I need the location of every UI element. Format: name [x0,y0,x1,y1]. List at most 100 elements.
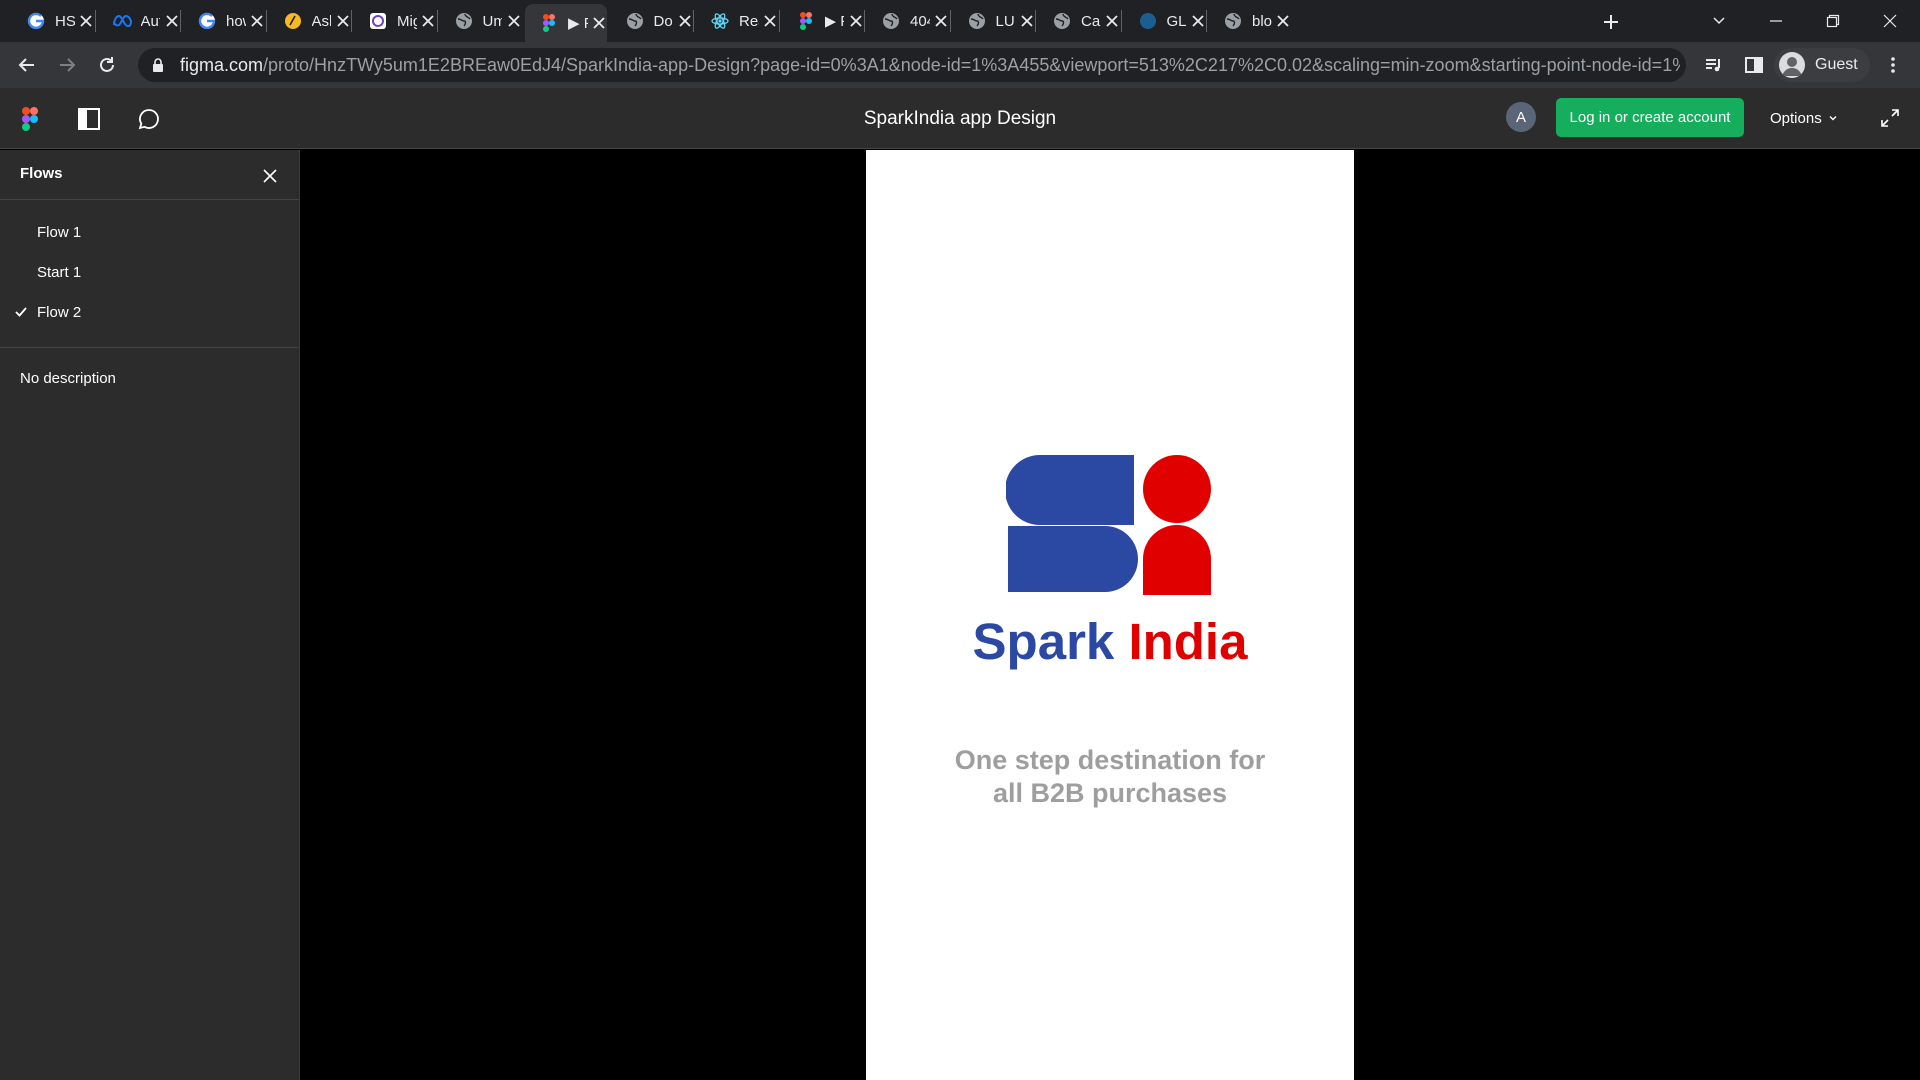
tab-close-icon[interactable] [763,10,778,32]
browser-tab[interactable]: Rea [696,5,778,37]
tab-close-icon[interactable] [592,12,607,34]
tab-close-icon[interactable] [934,10,949,32]
back-button[interactable] [12,50,42,80]
browser-tab[interactable]: Doc [611,5,693,37]
chevron-down-icon [1829,116,1837,121]
yellow-logo-icon [283,11,303,31]
url-host: figma.com [180,54,264,75]
toggle-sidebar-button[interactable] [74,104,104,134]
comments-button[interactable] [134,104,164,134]
browser-tab[interactable]: ▶ P [782,5,864,37]
flow-item[interactable]: Start 1 [0,252,299,292]
browser-menu-button[interactable] [1878,50,1908,80]
tab-title: blo [1252,12,1272,30]
options-dropdown[interactable]: Options [1770,104,1838,132]
tab-title: Rea [739,12,759,30]
tab-close-icon[interactable] [1105,10,1120,32]
tab-title: Doc [653,12,674,30]
browser-tab[interactable]: blo [1209,5,1291,37]
circle-icon [1138,11,1158,31]
tab-separator [180,10,181,32]
globe-icon [967,11,987,31]
prototype-frame[interactable]: Spark India One step destination for all… [866,150,1354,1080]
flow-item-label: Flow 1 [37,223,82,241]
flow-item-label: Flow 2 [37,303,82,321]
tab-close-icon[interactable] [250,10,265,32]
close-window-button[interactable] [1862,0,1918,42]
url-path: /proto/HnzTWy5um1E2BREaw0EdJ4/SparkIndia… [263,54,1680,75]
spark-india-logo [1006,455,1211,595]
profile-button[interactable]: Guest [1774,48,1870,82]
flow-item-label: Start 1 [37,263,82,281]
media-queue-icon [1706,59,1720,72]
tab-separator [1206,10,1207,32]
google-icon [26,11,46,31]
address-bar[interactable]: figma.com/proto/HnzTWy5um1E2BREaw0EdJ4/S… [138,48,1686,82]
forward-button[interactable] [52,50,82,80]
tab-separator [351,10,352,32]
browser-tab[interactable]: Um [440,5,522,37]
tab-separator [949,10,951,32]
expand-icon [1881,109,1899,127]
tab-close-icon[interactable] [164,10,179,32]
arrow-left-icon [18,58,34,72]
profile-avatar-icon [1779,52,1805,78]
tab-separator [94,10,96,32]
restore-button[interactable] [1805,0,1861,42]
tab-title: Aut [140,12,161,30]
tab-title: Um [482,12,503,30]
url-text: figma.com/proto/HnzTWy5um1E2BREaw0EdJ4/S… [180,55,1680,76]
figma-menu-button[interactable] [15,104,45,134]
minimize-icon [1770,20,1782,22]
tab-separator [436,10,438,32]
new-tab-button[interactable] [1598,9,1624,35]
tab-title: how [226,12,246,30]
brand-name-spark: Spark [972,613,1115,670]
browser-tab[interactable]: GLS [1124,5,1206,37]
media-control-button[interactable] [1699,50,1729,80]
reload-button[interactable] [92,50,122,80]
tab-close-icon[interactable] [421,10,436,32]
browser-tab[interactable]: Calc [1038,5,1120,37]
comment-icon [138,109,159,130]
side-panel-button[interactable] [1739,50,1769,80]
tab-separator [864,10,865,32]
flow-item[interactable]: Flow 2 [0,292,299,332]
tab-close-icon[interactable] [335,10,350,32]
side-panel-icon [1745,57,1763,73]
browser-tab[interactable]: ▶ P [525,4,607,42]
reload-icon [100,57,114,72]
tab-search-button[interactable] [1691,0,1747,42]
tab-title: ▶ P [568,15,588,32]
browser-tab[interactable]: how [183,5,265,37]
lock-icon [152,58,168,72]
tab-close-icon[interactable] [506,10,521,32]
tab-title: Ash [311,12,332,30]
browser-tab[interactable]: HSF [12,5,94,37]
flow-item[interactable]: Flow 1 [0,212,299,252]
login-button[interactable]: Log in or create account [1556,98,1744,137]
browser-tab[interactable]: Aut [98,5,180,37]
browser-tab[interactable]: 404 [867,5,949,37]
tab-separator [265,10,267,32]
fullscreen-button[interactable] [1876,104,1904,132]
google-icon [197,11,217,31]
tab-close-icon[interactable] [79,10,94,32]
browser-tab[interactable]: Mig [354,5,436,37]
browser-tab[interactable]: Ash [269,5,351,37]
tab-close-icon[interactable] [1190,10,1205,32]
tab-close-icon[interactable] [1276,10,1291,32]
user-avatar[interactable]: A [1506,102,1536,132]
flows-panel-title: Flows [20,165,63,182]
tab-close-icon[interactable] [677,10,692,32]
tagline: One step destination for all B2B purchas… [866,744,1354,810]
minimize-button[interactable] [1748,0,1804,42]
tab-close-icon[interactable] [1019,10,1034,32]
tagline-line-2: all B2B purchases [992,778,1228,808]
close-flows-panel-button[interactable] [258,164,282,188]
react-icon [710,11,730,31]
browser-tab[interactable]: LUK [953,5,1035,37]
tab-title: Mig [397,12,417,30]
tab-title: 404 [910,12,930,30]
tab-close-icon[interactable] [848,10,863,32]
